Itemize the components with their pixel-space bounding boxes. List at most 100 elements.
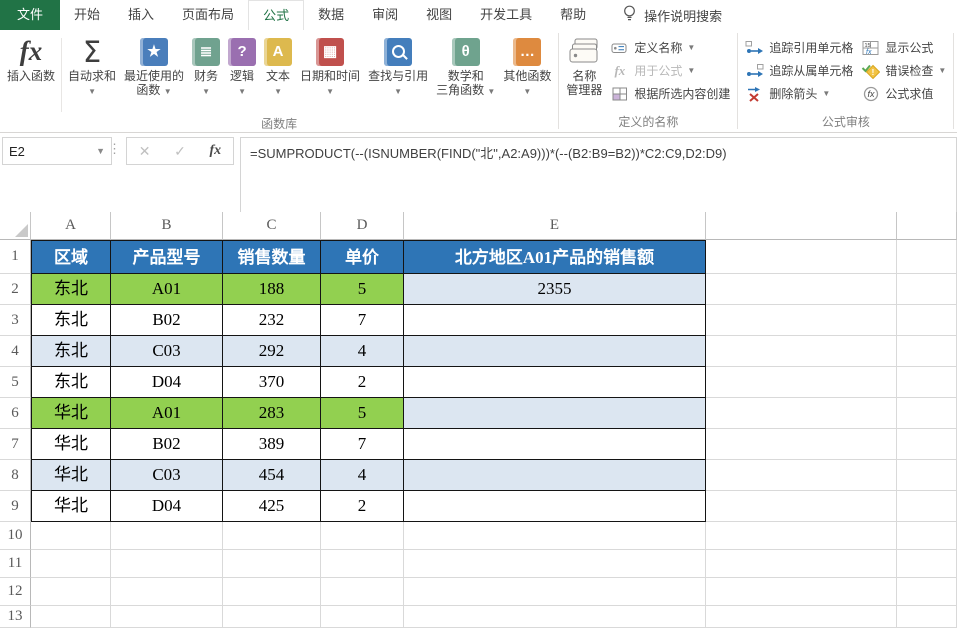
cell-B5[interactable]: D04 — [111, 367, 223, 398]
cell-C6[interactable]: 283 — [223, 398, 321, 429]
cell-D2[interactable]: 5 — [321, 274, 404, 305]
column-header-blank[interactable] — [897, 212, 957, 240]
tell-me-search[interactable]: 操作说明搜索 — [622, 0, 722, 30]
tab-home[interactable]: 开始 — [60, 0, 114, 30]
row-header-11[interactable]: 11 — [0, 550, 31, 578]
cell-C13[interactable] — [223, 606, 321, 628]
cell-blank-4[interactable] — [706, 336, 897, 367]
cell-A11[interactable] — [31, 550, 111, 578]
row-header-6[interactable]: 6 — [0, 398, 31, 429]
ribbon-button-insert-function[interactable]: fx插入函数 — [3, 33, 59, 83]
cell-A2[interactable]: 东北 — [31, 274, 111, 305]
cell-blank-1[interactable] — [897, 240, 957, 274]
cell-blank-9[interactable] — [706, 491, 897, 522]
cell-blank-3[interactable] — [706, 305, 897, 336]
ribbon-button-logical[interactable]: ?逻辑▼ — [224, 33, 260, 99]
tab-page-layout[interactable]: 页面布局 — [168, 0, 248, 30]
cell-blank-5[interactable] — [897, 367, 957, 398]
ribbon-button-autosum[interactable]: Σ自动求和▼ — [64, 33, 120, 99]
cell-E11[interactable] — [404, 550, 706, 578]
ribbon-button-lookup-reference[interactable]: 查找与引用▼ — [364, 33, 432, 99]
cell-B9[interactable]: D04 — [111, 491, 223, 522]
cell-D3[interactable]: 7 — [321, 305, 404, 336]
row-header-8[interactable]: 8 — [0, 460, 31, 491]
column-header-D[interactable]: D — [321, 212, 404, 240]
cell-A12[interactable] — [31, 578, 111, 606]
cell-A7[interactable]: 华北 — [31, 429, 111, 460]
ribbon-button-create-from-selection[interactable]: 根据所选内容创建 — [606, 82, 734, 105]
cell-blank-1[interactable] — [706, 240, 897, 274]
column-header-A[interactable]: A — [31, 212, 111, 240]
cell-B12[interactable] — [111, 578, 223, 606]
ribbon-button-trace-precedents[interactable]: 追踪引用单元格 — [741, 36, 857, 59]
column-header-C[interactable]: C — [223, 212, 321, 240]
cell-E8[interactable] — [404, 460, 706, 491]
cell-E10[interactable] — [404, 522, 706, 550]
cell-C3[interactable]: 232 — [223, 305, 321, 336]
cell-D1[interactable]: 单价 — [321, 240, 404, 274]
tab-data[interactable]: 数据 — [304, 0, 358, 30]
row-header-10[interactable]: 10 — [0, 522, 31, 550]
cell-B11[interactable] — [111, 550, 223, 578]
tab-developer[interactable]: 开发工具 — [466, 0, 546, 30]
cell-C2[interactable]: 188 — [223, 274, 321, 305]
cell-blank-12[interactable] — [706, 578, 897, 606]
cell-A1[interactable]: 区域 — [31, 240, 111, 274]
cell-blank-5[interactable] — [706, 367, 897, 398]
cell-C11[interactable] — [223, 550, 321, 578]
ribbon-button-recent-functions[interactable]: ★最近使用的函数 ▼ — [120, 33, 188, 99]
cell-D12[interactable] — [321, 578, 404, 606]
cell-blank-13[interactable] — [706, 606, 897, 628]
cell-A3[interactable]: 东北 — [31, 305, 111, 336]
ribbon-button-date-time[interactable]: ▦日期和时间▼ — [296, 33, 364, 99]
cell-E7[interactable] — [404, 429, 706, 460]
cell-blank-7[interactable] — [706, 429, 897, 460]
row-header-3[interactable]: 3 — [0, 305, 31, 336]
cell-B2[interactable]: A01 — [111, 274, 223, 305]
ribbon-button-error-checking[interactable]: !错误检查▼ — [857, 59, 950, 82]
cell-A13[interactable] — [31, 606, 111, 628]
cell-C5[interactable]: 370 — [223, 367, 321, 398]
cell-B6[interactable]: A01 — [111, 398, 223, 429]
cell-blank-2[interactable] — [706, 274, 897, 305]
cell-B1[interactable]: 产品型号 — [111, 240, 223, 274]
cell-D8[interactable]: 4 — [321, 460, 404, 491]
row-header-5[interactable]: 5 — [0, 367, 31, 398]
cell-A10[interactable] — [31, 522, 111, 550]
cell-E4[interactable] — [404, 336, 706, 367]
cell-E2[interactable]: 2355 — [404, 274, 706, 305]
cell-D9[interactable]: 2 — [321, 491, 404, 522]
cell-B3[interactable]: B02 — [111, 305, 223, 336]
name-box[interactable]: E2 ▼ — [2, 137, 112, 165]
cell-E13[interactable] — [404, 606, 706, 628]
ribbon-button-define-name[interactable]: 定义名称▼ — [606, 36, 734, 59]
cell-blank-10[interactable] — [706, 522, 897, 550]
ribbon-button-financial[interactable]: ≣财务▼ — [188, 33, 224, 99]
cell-A8[interactable]: 华北 — [31, 460, 111, 491]
select-all-corner[interactable] — [0, 212, 31, 240]
cell-A4[interactable]: 东北 — [31, 336, 111, 367]
cell-B4[interactable]: C03 — [111, 336, 223, 367]
cell-C9[interactable]: 425 — [223, 491, 321, 522]
cell-C8[interactable]: 454 — [223, 460, 321, 491]
cell-D5[interactable]: 2 — [321, 367, 404, 398]
ribbon-button-trace-dependents[interactable]: 追踪从属单元格 — [741, 59, 857, 82]
column-header-blank[interactable] — [706, 212, 897, 240]
cell-E1[interactable]: 北方地区A01产品的销售额 — [404, 240, 706, 274]
cell-B8[interactable]: C03 — [111, 460, 223, 491]
name-box-dropdown-icon[interactable]: ▼ — [96, 146, 105, 156]
cell-E3[interactable] — [404, 305, 706, 336]
insert-function-icon[interactable]: fx — [209, 143, 221, 159]
cell-C7[interactable]: 389 — [223, 429, 321, 460]
cell-E5[interactable] — [404, 367, 706, 398]
ribbon-button-show-formulas[interactable]: 15fx显示公式 — [857, 36, 950, 59]
cell-blank-4[interactable] — [897, 336, 957, 367]
cell-B10[interactable] — [111, 522, 223, 550]
cell-C10[interactable] — [223, 522, 321, 550]
cell-D4[interactable]: 4 — [321, 336, 404, 367]
cell-E9[interactable] — [404, 491, 706, 522]
cell-C12[interactable] — [223, 578, 321, 606]
cell-C4[interactable]: 292 — [223, 336, 321, 367]
cell-D6[interactable]: 5 — [321, 398, 404, 429]
cell-B7[interactable]: B02 — [111, 429, 223, 460]
